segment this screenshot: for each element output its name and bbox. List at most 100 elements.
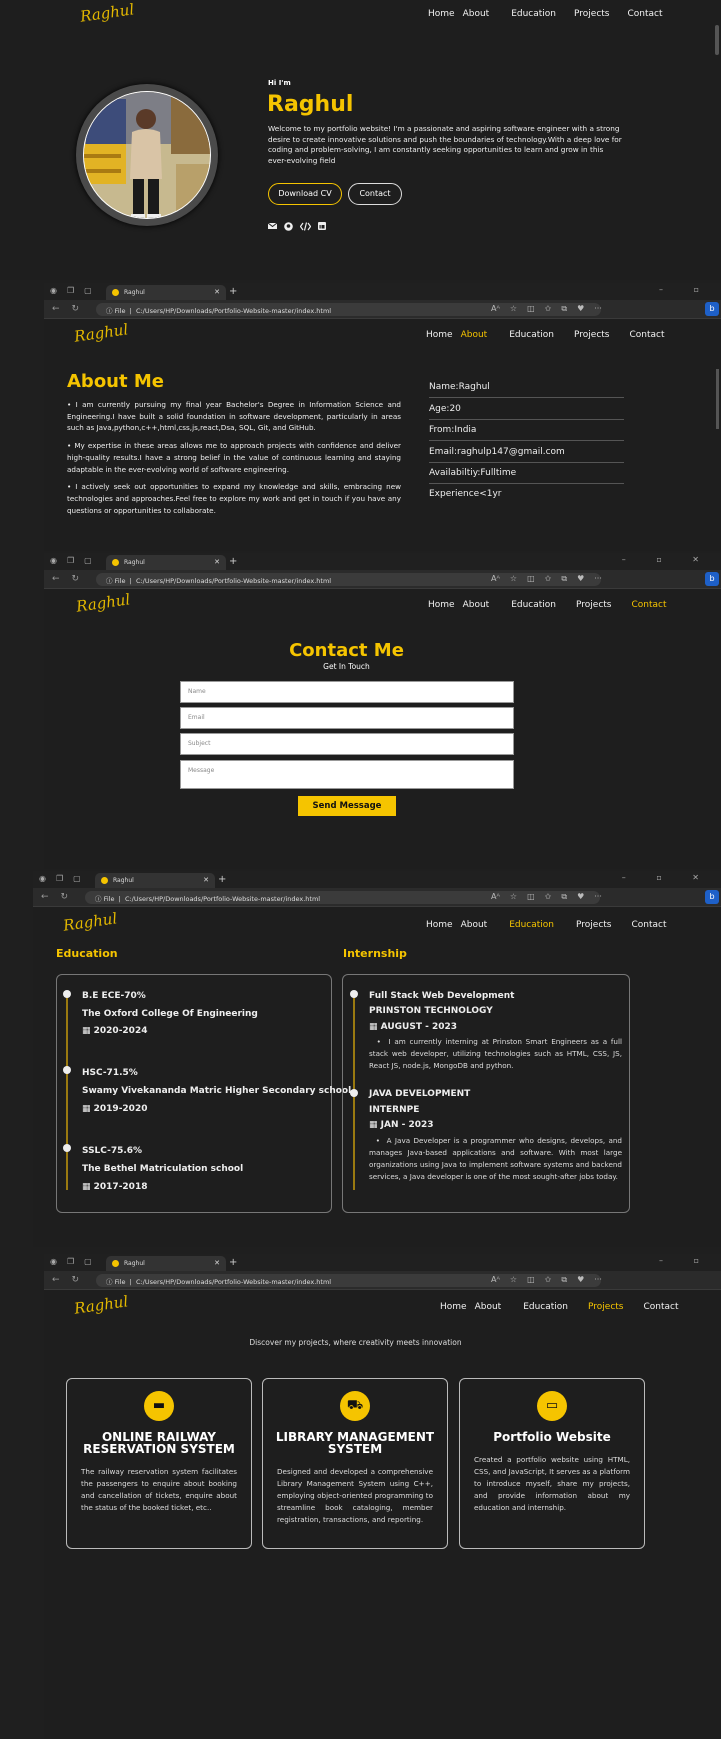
email-field[interactable]: Email — [180, 707, 514, 729]
nav-education[interactable]: Education — [509, 920, 554, 930]
collections-icon[interactable]: ⧉ — [561, 1275, 567, 1285]
new-tab-icon[interactable]: + — [229, 1257, 237, 1268]
copilot-icon[interactable]: b — [705, 572, 719, 586]
browser-tab[interactable]: Raghul ✕ — [106, 555, 226, 570]
close-tab-icon[interactable]: ✕ — [214, 288, 220, 296]
nav-about[interactable]: About — [463, 9, 490, 19]
nav-projects[interactable]: Projects — [574, 330, 609, 340]
back-icon[interactable]: ← — [52, 574, 60, 584]
nav-about[interactable]: About — [475, 1302, 502, 1312]
download-cv-button[interactable]: Download CV — [268, 183, 342, 205]
nav-projects[interactable]: Projects — [588, 1302, 623, 1312]
nav-about[interactable]: About — [461, 330, 488, 340]
favorite-icon[interactable]: ☆ — [510, 1275, 517, 1285]
more-icon[interactable]: ··· — [594, 1275, 602, 1285]
tab-actions-icon[interactable]: ▢ — [84, 1257, 92, 1266]
nav-projects[interactable]: Projects — [576, 600, 611, 610]
browser-tab[interactable]: Raghul ✕ — [106, 285, 226, 300]
browser-tab[interactable]: Raghul ✕ — [95, 873, 215, 888]
logo[interactable]: Raghul — [79, 0, 135, 25]
refresh-icon[interactable]: ↻ — [61, 892, 69, 902]
logo[interactable]: Raghul — [73, 320, 129, 345]
favorites-icon[interactable]: ✩ — [545, 574, 552, 584]
nav-contact[interactable]: Contact — [631, 600, 666, 610]
read-aloud-icon[interactable]: Aᴬ — [491, 304, 500, 314]
nav-home[interactable]: Home — [428, 9, 455, 19]
tab-actions-icon[interactable]: ▢ — [73, 874, 81, 883]
favorites-icon[interactable]: ✩ — [545, 1275, 552, 1285]
workspaces-icon[interactable]: ❐ — [67, 1257, 74, 1266]
collections-icon[interactable]: ⧉ — [561, 892, 567, 902]
extension-icon[interactable]: ♥ — [577, 304, 584, 314]
close-tab-icon[interactable]: ✕ — [214, 558, 220, 566]
new-tab-icon[interactable]: + — [229, 556, 237, 567]
split-screen-icon[interactable]: ◫ — [527, 892, 535, 902]
code-icon[interactable] — [300, 222, 311, 231]
refresh-icon[interactable]: ↻ — [72, 574, 80, 584]
nav-about[interactable]: About — [461, 920, 488, 930]
profile-icon[interactable]: ◉ — [50, 286, 57, 295]
nav-about[interactable]: About — [463, 600, 490, 610]
nav-projects[interactable]: Projects — [574, 9, 609, 19]
nav-projects[interactable]: Projects — [576, 920, 611, 930]
mail-icon[interactable] — [268, 222, 277, 230]
new-tab-icon[interactable]: + — [218, 874, 226, 885]
favorite-icon[interactable]: ☆ — [510, 574, 517, 584]
extension-icon[interactable]: ♥ — [577, 574, 584, 584]
send-message-button[interactable]: Send Message — [298, 796, 396, 816]
window-controls[interactable]: – ▫ ✕ — [622, 873, 713, 882]
back-icon[interactable]: ← — [52, 304, 60, 314]
window-controls[interactable]: – ▫ ✕ — [622, 555, 713, 564]
window-controls[interactable]: – ▫ — [659, 285, 713, 294]
close-tab-icon[interactable]: ✕ — [203, 876, 209, 884]
profile-icon[interactable]: ◉ — [50, 1257, 57, 1266]
favorites-icon[interactable]: ✩ — [545, 304, 552, 314]
copilot-icon[interactable]: b — [705, 890, 719, 904]
subject-field[interactable]: Subject — [180, 733, 514, 755]
nav-home[interactable]: Home — [440, 1302, 467, 1312]
name-field[interactable]: Name — [180, 681, 514, 703]
profile-icon[interactable]: ◉ — [39, 874, 46, 883]
refresh-icon[interactable]: ↻ — [72, 304, 80, 314]
read-aloud-icon[interactable]: Aᴬ — [491, 892, 500, 902]
workspaces-icon[interactable]: ❐ — [56, 874, 63, 883]
nav-home[interactable]: Home — [426, 920, 453, 930]
nav-contact[interactable]: Contact — [643, 1302, 678, 1312]
collections-icon[interactable]: ⧉ — [561, 574, 567, 584]
split-screen-icon[interactable]: ◫ — [527, 574, 535, 584]
more-icon[interactable]: ··· — [594, 892, 602, 902]
workspaces-icon[interactable]: ❐ — [67, 286, 74, 295]
logo[interactable]: Raghul — [75, 590, 131, 615]
split-screen-icon[interactable]: ◫ — [527, 1275, 535, 1285]
collections-icon[interactable]: ⧉ — [561, 304, 567, 314]
nav-home[interactable]: Home — [428, 600, 455, 610]
workspaces-icon[interactable]: ❐ — [67, 556, 74, 565]
browser-tab[interactable]: Raghul ✕ — [106, 1256, 226, 1271]
contact-button[interactable]: Contact — [348, 183, 402, 205]
nav-education[interactable]: Education — [509, 330, 554, 340]
scrollbar[interactable] — [715, 25, 719, 55]
profile-icon[interactable]: ◉ — [50, 556, 57, 565]
new-tab-icon[interactable]: + — [229, 286, 237, 297]
nav-home[interactable]: Home — [426, 330, 453, 340]
project-card[interactable]: ▭ Portfolio Website Created a portfolio … — [459, 1378, 645, 1549]
back-icon[interactable]: ← — [41, 892, 49, 902]
nav-contact[interactable]: Contact — [627, 9, 662, 19]
more-icon[interactable]: ··· — [594, 574, 602, 584]
linkedin-icon[interactable] — [318, 222, 326, 230]
nav-education[interactable]: Education — [511, 600, 556, 610]
refresh-icon[interactable]: ↻ — [72, 1275, 80, 1285]
logo[interactable]: Raghul — [62, 909, 118, 934]
github-icon[interactable] — [284, 222, 293, 231]
more-icon[interactable]: ··· — [594, 304, 602, 314]
tab-actions-icon[interactable]: ▢ — [84, 556, 92, 565]
copilot-icon[interactable]: b — [705, 302, 719, 316]
project-card[interactable]: ⛟ LIBRARY MANAGEMENT SYSTEM Designed and… — [262, 1378, 448, 1549]
read-aloud-icon[interactable]: Aᴬ — [491, 574, 500, 584]
message-field[interactable]: Message — [180, 760, 514, 789]
tab-actions-icon[interactable]: ▢ — [84, 286, 92, 295]
project-card[interactable]: ▬ ONLINE RAILWAY RESERVATION SYSTEM The … — [66, 1378, 252, 1549]
split-screen-icon[interactable]: ◫ — [527, 304, 535, 314]
favorite-icon[interactable]: ☆ — [510, 892, 517, 902]
nav-education[interactable]: Education — [523, 1302, 568, 1312]
